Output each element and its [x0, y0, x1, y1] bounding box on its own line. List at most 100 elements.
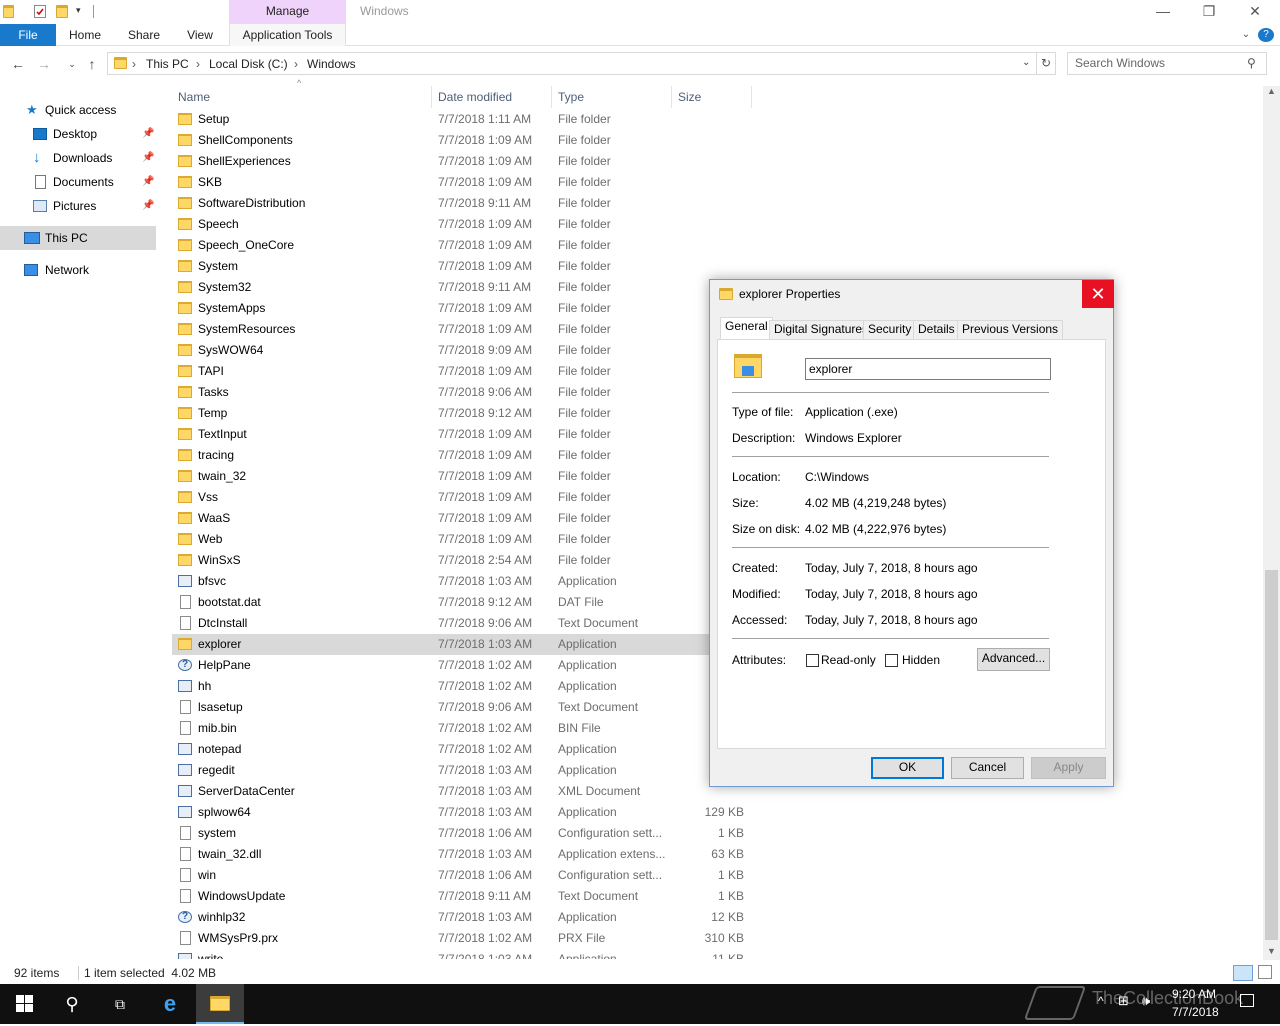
table-row[interactable]: write 7/7/2018 1:03 AM Application 11 KB: [172, 949, 752, 959]
close-window-button[interactable]: ✕: [1232, 0, 1278, 24]
table-row[interactable]: ShellComponents 7/7/2018 1:09 AM File fold…: [172, 130, 752, 151]
table-row[interactable]: hh 7/7/2018 1:02 AM Application: [172, 676, 752, 697]
forward-arrow-icon[interactable]: →: [34, 54, 54, 74]
table-row[interactable]: Setup 7/7/2018 1:11 AM File folder: [172, 109, 752, 130]
table-row[interactable]: ServerDataCenter 7/7/2018 1:03 AM XML Docu…: [172, 781, 752, 802]
apply-button[interactable]: Apply: [1031, 757, 1106, 779]
table-row[interactable]: SoftwareDistribution 7/7/2018 9:11 AM File…: [172, 193, 752, 214]
up-arrow-icon[interactable]: ↑: [82, 54, 102, 74]
table-row[interactable]: WaaS 7/7/2018 1:09 AM File folder: [172, 508, 752, 529]
tab-home[interactable]: Home: [62, 24, 108, 46]
notifications-icon[interactable]: [1240, 994, 1254, 1007]
sidebar-item-downloads[interactable]: ↓ Downloads 📌: [0, 146, 156, 170]
table-row[interactable]: WMSysPr9.prx 7/7/2018 1:02 AM PRX File 310 …: [172, 928, 752, 949]
table-row[interactable]: twain_32.dll 7/7/2018 1:03 AM Application …: [172, 844, 752, 865]
dialog-close-icon[interactable]: ✕: [1082, 280, 1114, 308]
table-row[interactable]: SKB 7/7/2018 1:09 AM File folder: [172, 172, 752, 193]
column-header-date[interactable]: Date modified: [432, 86, 552, 108]
new-folder-icon[interactable]: [56, 5, 69, 18]
expand-ribbon-icon[interactable]: ⌄: [1238, 24, 1254, 46]
sidebar-item-network[interactable]: Network: [0, 258, 156, 282]
table-row[interactable]: system 7/7/2018 1:06 AM Configuration sett…: [172, 823, 752, 844]
clock-date[interactable]: 7/7/2018: [1172, 1005, 1219, 1019]
table-row[interactable]: twain_32 7/7/2018 1:09 AM File folder: [172, 466, 752, 487]
table-row[interactable]: bfsvc 7/7/2018 1:03 AM Application: [172, 571, 752, 592]
tab-share[interactable]: Share: [122, 24, 166, 46]
sidebar-item-documents[interactable]: Documents 📌: [0, 170, 156, 194]
tab-security[interactable]: Security: [863, 320, 917, 339]
table-row[interactable]: splwow64 7/7/2018 1:03 AM Application 129 K…: [172, 802, 752, 823]
address-bar[interactable]: › This PC › Local Disk (C:) › Windows ⌄: [107, 52, 1037, 75]
table-row[interactable]: bootstat.dat 7/7/2018 9:12 AM DAT File: [172, 592, 752, 613]
cancel-button[interactable]: Cancel: [951, 757, 1024, 779]
large-icons-view-icon[interactable]: [1258, 965, 1272, 979]
tab-file[interactable]: File: [0, 24, 56, 46]
help-icon[interactable]: ?: [1258, 28, 1274, 42]
back-arrow-icon[interactable]: ←: [8, 54, 28, 74]
table-row[interactable]: mib.bin 7/7/2018 1:02 AM BIN File: [172, 718, 752, 739]
sidebar-item-this-pc[interactable]: This PC: [0, 226, 156, 250]
table-row[interactable]: Tasks 7/7/2018 9:06 AM File folder: [172, 382, 752, 403]
tab-view[interactable]: View: [180, 24, 220, 46]
read-only-checkbox[interactable]: [806, 654, 819, 667]
address-dropdown-icon[interactable]: ⌄: [1022, 57, 1030, 68]
task-view-icon[interactable]: ⧉: [96, 984, 144, 1024]
clock-time[interactable]: 9:20 AM: [1172, 987, 1216, 1001]
table-row[interactable]: TextInput 7/7/2018 1:09 AM File folder: [172, 424, 752, 445]
table-row[interactable]: System32 7/7/2018 9:11 AM File folder: [172, 277, 752, 298]
show-hidden-icons-icon[interactable]: ^: [1098, 994, 1104, 1008]
tab-digital-signatures[interactable]: Digital Signatures: [769, 320, 874, 339]
refresh-icon[interactable]: ↻: [1037, 52, 1056, 75]
table-row[interactable]: TAPI 7/7/2018 1:09 AM File folder: [172, 361, 752, 382]
table-row[interactable]: DtcInstall 7/7/2018 9:06 AM Text Document: [172, 613, 752, 634]
tab-general[interactable]: General: [720, 317, 773, 340]
table-row[interactable]: win 7/7/2018 1:06 AM Configuration sett...…: [172, 865, 752, 886]
pin-icon[interactable]: 📌: [142, 170, 154, 194]
details-view-icon[interactable]: [1233, 965, 1253, 981]
breadcrumb-local-disk[interactable]: Local Disk (C:): [209, 57, 288, 71]
search-icon[interactable]: ⚲: [1247, 56, 1256, 70]
table-row[interactable]: System 7/7/2018 1:09 AM File folder: [172, 256, 752, 277]
table-row[interactable]: SystemResources 7/7/2018 1:09 AM File fold…: [172, 319, 752, 340]
network-tray-icon[interactable]: ⊞: [1118, 993, 1129, 1009]
table-row[interactable]: explorer7/7/2018 1:03 AMApplication4,: [172, 634, 752, 655]
table-row[interactable]: ShellExperiences 7/7/2018 1:09 AM File fol…: [172, 151, 752, 172]
scrollbar-thumb[interactable]: [1265, 570, 1278, 940]
internet-explorer-icon[interactable]: e: [146, 984, 194, 1024]
table-row[interactable]: notepad 7/7/2018 1:02 AM Application: [172, 739, 752, 760]
table-row[interactable]: regedit 7/7/2018 1:03 AM Application: [172, 760, 752, 781]
table-row[interactable]: Speech 7/7/2018 1:09 AM File folder: [172, 214, 752, 235]
file-explorer-taskbar-icon[interactable]: [196, 984, 244, 1024]
column-header-name[interactable]: Name: [172, 86, 432, 108]
search-icon[interactable]: ⚲: [48, 984, 96, 1024]
sidebar-item-desktop[interactable]: Desktop 📌: [0, 122, 156, 146]
manage-tab[interactable]: Manage: [229, 0, 346, 24]
table-row[interactable]: tracing 7/7/2018 1:09 AM File folder: [172, 445, 752, 466]
advanced-button[interactable]: Advanced...: [977, 648, 1050, 671]
pin-icon[interactable]: 📌: [142, 122, 154, 146]
pin-icon[interactable]: 📌: [142, 146, 154, 170]
file-name-input[interactable]: explorer: [805, 358, 1051, 380]
customize-toolbar-icon[interactable]: ▾: [76, 5, 89, 18]
table-row[interactable]: WinSxS 7/7/2018 2:54 AM File folder: [172, 550, 752, 571]
volume-icon[interactable]: 🕪: [1142, 993, 1150, 1009]
breadcrumb-windows[interactable]: Windows: [307, 57, 356, 71]
minimize-button[interactable]: —: [1140, 0, 1186, 24]
sidebar-item-pictures[interactable]: Pictures 📌: [0, 194, 156, 218]
scroll-down-icon[interactable]: ▼: [1267, 946, 1276, 956]
table-row[interactable]: SysWOW64 7/7/2018 9:09 AM File folder: [172, 340, 752, 361]
hidden-checkbox[interactable]: [885, 654, 898, 667]
recent-locations-icon[interactable]: ⌄: [62, 54, 82, 74]
table-row[interactable]: WindowsUpdate 7/7/2018 9:11 AM Text Docume…: [172, 886, 752, 907]
breadcrumb-this-pc[interactable]: This PC: [146, 57, 189, 71]
search-input[interactable]: Search Windows: [1067, 52, 1267, 75]
properties-icon[interactable]: [34, 5, 46, 18]
table-row[interactable]: ? winhlp32 7/7/2018 1:03 AM Application 12 K…: [172, 907, 752, 928]
scroll-up-icon[interactable]: ▲: [1267, 86, 1276, 96]
table-row[interactable]: Speech_OneCore 7/7/2018 1:09 AM File folde…: [172, 235, 752, 256]
table-row[interactable]: Vss 7/7/2018 1:09 AM File folder: [172, 487, 752, 508]
table-row[interactable]: SystemApps 7/7/2018 1:09 AM File folder: [172, 298, 752, 319]
ok-button[interactable]: OK: [871, 757, 944, 779]
pin-icon[interactable]: 📌: [142, 194, 154, 218]
sidebar-item-quick-access[interactable]: ★ Quick access: [0, 98, 156, 122]
